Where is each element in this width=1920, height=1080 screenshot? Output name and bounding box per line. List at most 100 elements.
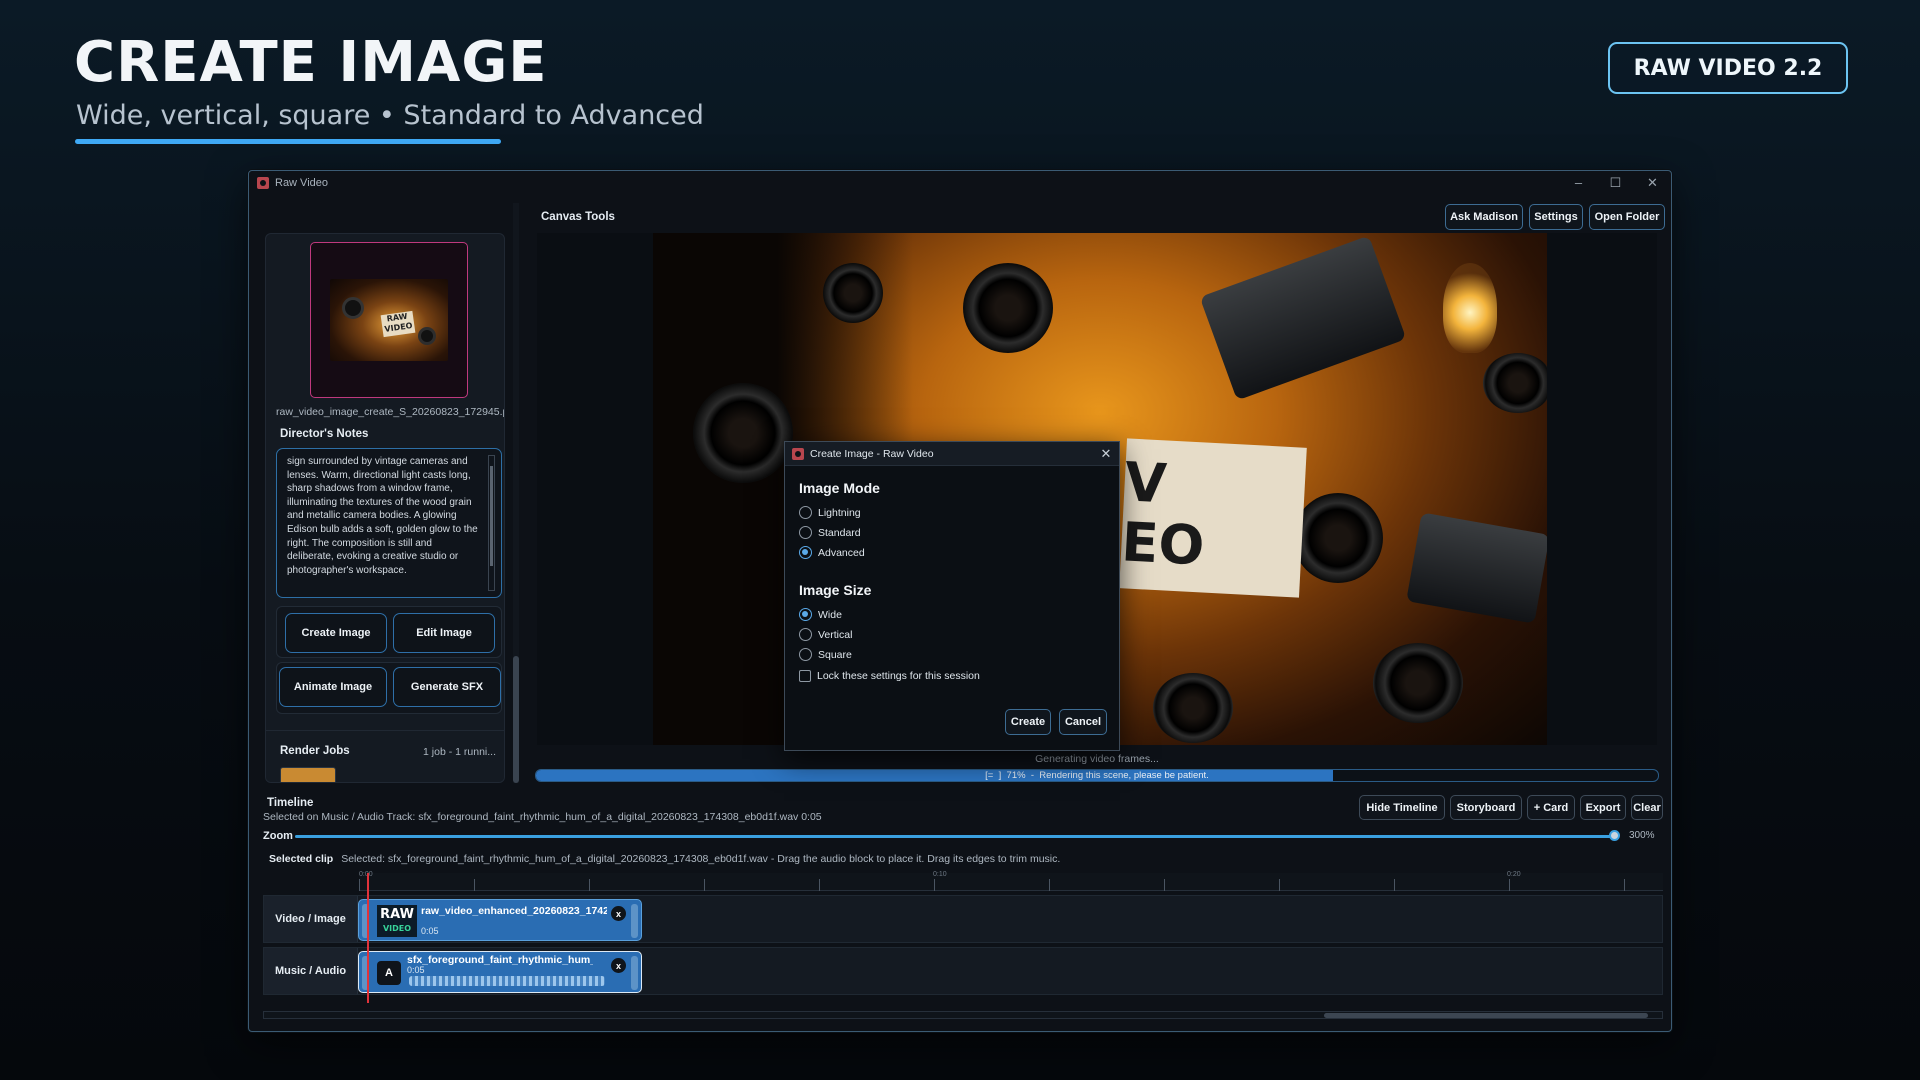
maximize-button[interactable]: ☐: [1597, 175, 1634, 191]
camera-shape: [1406, 512, 1547, 624]
lock-settings-checkbox[interactable]: Lock these settings for this session: [799, 670, 980, 682]
hero-underline: [75, 139, 501, 144]
ruler-tick: [704, 879, 705, 891]
dialog-close-button[interactable]: ✕: [1093, 446, 1119, 462]
camera-shape: [1199, 235, 1407, 401]
ruler-tick: [1509, 879, 1510, 891]
timeline-scrollbar[interactable]: [263, 1011, 1663, 1019]
timeline-ruler[interactable]: 0:00 0:10 0:20: [359, 871, 1663, 891]
close-window-button[interactable]: ✕: [1634, 175, 1671, 191]
export-button[interactable]: Export: [1580, 795, 1626, 820]
mode-option-advanced[interactable]: Advanced: [799, 546, 865, 559]
create-image-button[interactable]: Create Image: [285, 613, 387, 653]
sidebar-panel: RAW VIDEO raw_video_image_create_S_202608…: [265, 233, 505, 783]
selected-clip-label: Selected clip: [269, 853, 334, 865]
sidebar-scroll-thumb[interactable]: [513, 656, 519, 783]
ruler-label: 0:20: [1507, 871, 1521, 878]
ruler-tick: [1624, 879, 1625, 891]
mode-option-standard[interactable]: Standard: [799, 526, 861, 539]
lens-shape: [823, 263, 883, 323]
playhead[interactable]: [367, 873, 369, 1003]
button-group-animate: Animate Image Generate SFX: [276, 662, 502, 714]
ask-madison-button[interactable]: Ask Madison: [1445, 204, 1523, 230]
image-sign-text: V EO: [1119, 438, 1307, 598]
timeline-scroll-thumb[interactable]: [1324, 1013, 1648, 1018]
edit-image-button[interactable]: Edit Image: [393, 613, 495, 653]
lens-shape: [418, 327, 436, 345]
add-card-button[interactable]: + Card: [1527, 795, 1575, 820]
thumbnail-sign: RAW VIDEO: [380, 310, 416, 338]
video-clip[interactable]: RAW VIDEO raw_video_enhanced_20260823_174…: [358, 899, 642, 941]
size-label: Wide: [818, 608, 842, 621]
app-window: Raw Video – ☐ ✕ RAW VIDEO raw_video_image…: [248, 170, 1672, 1032]
ruler-tick: [934, 879, 935, 891]
zoom-slider[interactable]: [295, 835, 1615, 838]
version-badge: RAW VIDEO 2.2: [1608, 42, 1848, 94]
clip-duration: 0:05: [407, 965, 425, 975]
zoom-slider-handle[interactable]: [1609, 830, 1620, 841]
notes-scrollbar[interactable]: [488, 455, 495, 591]
ruler-label: 0:10: [933, 871, 947, 878]
radio-icon[interactable]: [799, 506, 812, 519]
dialog-cancel-button[interactable]: Cancel: [1059, 709, 1107, 735]
radio-icon[interactable]: [799, 546, 812, 559]
open-folder-button[interactable]: Open Folder: [1589, 204, 1665, 230]
clear-button[interactable]: Clear: [1631, 795, 1663, 820]
title-bar: Raw Video – ☐ ✕: [249, 171, 1671, 195]
directors-notes-textarea[interactable]: sign surrounded by vintage cameras and l…: [276, 448, 502, 598]
minimize-button[interactable]: –: [1560, 175, 1597, 191]
notes-text: sign surrounded by vintage cameras and l…: [287, 456, 478, 576]
radio-icon[interactable]: [799, 608, 812, 621]
thumb-bottom-text: VIDEO: [382, 924, 412, 933]
checkbox-icon[interactable]: [799, 670, 811, 682]
mode-option-lightning[interactable]: Lightning: [799, 506, 861, 519]
canvas-tools-heading: Canvas Tools: [541, 211, 615, 223]
ruler-tick: [819, 879, 820, 891]
radio-icon[interactable]: [799, 526, 812, 539]
image-size-heading: Image Size: [799, 582, 872, 598]
size-option-vertical[interactable]: Vertical: [799, 628, 852, 641]
audio-clip[interactable]: A sfx_foreground_faint_rhythmic_hum_of_a…: [358, 951, 642, 993]
zoom-label: Zoom: [263, 830, 293, 842]
lens-shape: [693, 383, 793, 483]
clip-remove-button[interactable]: x: [611, 958, 626, 973]
track-label: Video / Image: [264, 896, 358, 942]
generate-sfx-button[interactable]: Generate SFX: [393, 667, 501, 707]
button-group-create: Create Image Edit Image: [276, 606, 502, 658]
render-job-thumbnail[interactable]: [280, 767, 336, 782]
settings-button[interactable]: Settings: [1529, 204, 1583, 230]
mode-label: Lightning: [818, 506, 861, 519]
image-mode-heading: Image Mode: [799, 480, 880, 496]
clip-duration: 0:05: [421, 926, 439, 936]
generation-status: Generating video frames...: [1035, 753, 1159, 765]
hide-timeline-button[interactable]: Hide Timeline: [1359, 795, 1445, 820]
size-option-square[interactable]: Square: [799, 648, 852, 661]
image-filename: raw_video_image_create_S_20260823_172945…: [276, 406, 504, 418]
ruler-label: 0:00: [359, 871, 373, 878]
sidebar-scrollbar[interactable]: [513, 203, 519, 783]
audio-badge-icon: A: [377, 961, 401, 985]
lens-shape: [1373, 643, 1463, 723]
notes-heading: Director's Notes: [280, 428, 369, 440]
clip-remove-button[interactable]: x: [611, 906, 626, 921]
animate-image-button[interactable]: Animate Image: [279, 667, 387, 707]
size-label: Vertical: [818, 628, 853, 641]
app-logo-icon: [792, 447, 804, 460]
size-option-wide[interactable]: Wide: [799, 608, 842, 621]
image-preview-card[interactable]: RAW VIDEO: [310, 242, 468, 398]
clip-trim-handle-right[interactable]: [631, 956, 638, 990]
radio-icon[interactable]: [799, 628, 812, 641]
clip-trim-handle-right[interactable]: [631, 904, 638, 938]
radio-icon[interactable]: [799, 648, 812, 661]
audio-waveform: [409, 976, 605, 986]
hero-title: CREATE IMAGE: [74, 30, 548, 95]
mode-label: Advanced: [818, 546, 865, 559]
dialog-title-bar: Create Image - Raw Video ✕: [785, 442, 1119, 466]
mode-label: Standard: [818, 526, 861, 539]
storyboard-button[interactable]: Storyboard: [1450, 795, 1522, 820]
ruler-tick: [1164, 879, 1165, 891]
zoom-value: 300%: [1629, 830, 1655, 841]
render-jobs-heading: Render Jobs: [280, 745, 350, 757]
ruler-tick: [589, 879, 590, 891]
dialog-create-button[interactable]: Create: [1005, 709, 1051, 735]
